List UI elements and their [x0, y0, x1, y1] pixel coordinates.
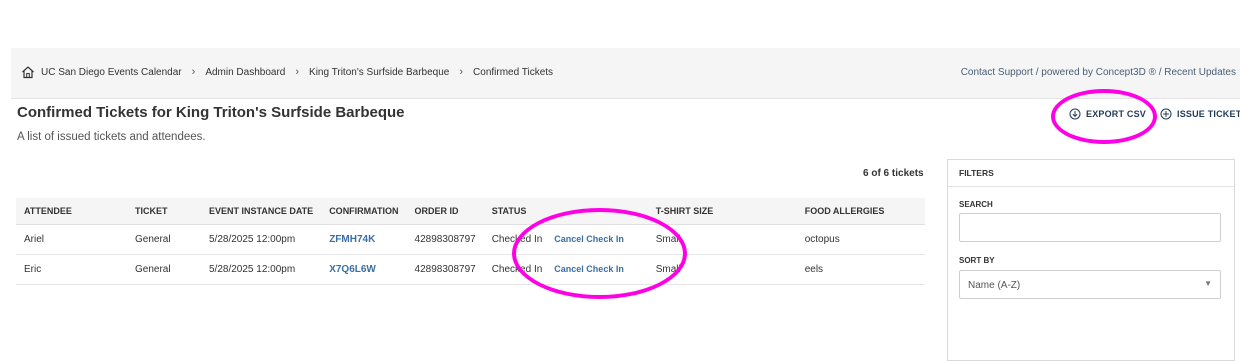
cell-status: Checked In Cancel Check In: [483, 254, 648, 285]
column-header-ticket[interactable]: TICKET: [127, 198, 201, 225]
column-header-confirmation[interactable]: CONFIRMATION: [321, 198, 407, 225]
column-header-event-date[interactable]: EVENT INSTANCE DATE: [201, 198, 322, 225]
cell-allergies: octopus: [796, 224, 925, 255]
cancel-check-in-link[interactable]: Cancel Check In: [554, 264, 624, 274]
cell-status: Checked In Cancel Check In: [483, 224, 648, 255]
breadcrumb-item-calendar[interactable]: UC San Diego Events Calendar: [41, 67, 182, 78]
breadcrumb-item-current: Confirmed Tickets: [473, 66, 554, 78]
filters-title: FILTERS: [948, 160, 1234, 187]
cell-event-date: 5/28/2025 12:00pm: [201, 224, 322, 255]
sort-by-value: Name (A-Z): [968, 280, 1021, 291]
plus-circle-icon: [1160, 108, 1172, 120]
export-csv-button[interactable]: EXPORT CSV: [1069, 108, 1146, 120]
confirmation-link[interactable]: ZFMH74K: [329, 234, 375, 245]
cell-order-id: 42898308797: [406, 254, 484, 285]
column-header-tshirt[interactable]: T-SHIRT SIZE: [647, 198, 797, 225]
cell-allergies: eels: [796, 254, 925, 285]
filters-panel: FILTERS SEARCH SORT BY Name (A-Z) ▼: [947, 159, 1235, 361]
search-label: SEARCH: [959, 200, 993, 209]
cell-order-id: 42898308797: [406, 224, 484, 255]
cell-confirmation: ZFMH74K: [321, 224, 407, 255]
cell-attendee: Ariel: [16, 224, 127, 255]
breadcrumb-item-event[interactable]: King Triton's Surfside Barbeque: [309, 67, 449, 78]
status-text: Checked In: [491, 264, 543, 275]
breadcrumb-separator: ›: [191, 66, 196, 78]
confirmation-link[interactable]: X7Q6L6W: [329, 264, 376, 275]
table-row: Eric General 5/28/2025 12:00pm X7Q6L6W 4…: [16, 254, 925, 285]
issue-ticket-label: ISSUE TICKET: [1177, 109, 1240, 119]
home-icon[interactable]: [21, 65, 35, 79]
export-csv-label: EXPORT CSV: [1086, 109, 1147, 119]
breadcrumb-item-admin-dashboard[interactable]: Admin Dashboard: [205, 67, 285, 78]
cell-ticket: General: [127, 254, 201, 285]
column-header-attendee[interactable]: ATTENDEE: [16, 198, 127, 225]
search-input[interactable]: [959, 213, 1221, 242]
cell-ticket: General: [127, 224, 201, 255]
cell-attendee: Eric: [16, 254, 127, 285]
status-text: Checked In: [491, 234, 543, 245]
column-header-order-id[interactable]: ORDER ID: [406, 198, 484, 225]
breadcrumb: UC San Diego Events Calendar › Admin Das…: [21, 65, 553, 79]
column-header-allergies[interactable]: FOOD ALLERGIES: [796, 198, 925, 225]
breadcrumb-separator: ›: [295, 66, 300, 78]
sort-by-label: SORT BY: [959, 256, 995, 265]
cell-confirmation: X7Q6L6W: [321, 254, 407, 285]
sort-by-select[interactable]: Name (A-Z) ▼: [959, 270, 1221, 299]
cancel-check-in-link[interactable]: Cancel Check In: [554, 234, 624, 244]
tickets-table: ATTENDEE TICKET EVENT INSTANCE DATE CONF…: [16, 198, 925, 285]
breadcrumb-separator: ›: [459, 66, 464, 78]
column-header-status[interactable]: STATUS: [483, 198, 648, 225]
table-header-row: ATTENDEE TICKET EVENT INSTANCE DATE CONF…: [16, 198, 925, 225]
table-row: Ariel General 5/28/2025 12:00pm ZFMH74K …: [16, 224, 925, 255]
ticket-count: 6 of 6 tickets: [863, 168, 924, 179]
cell-event-date: 5/28/2025 12:00pm: [201, 254, 322, 285]
top-bar: UC San Diego Events Calendar › Admin Das…: [11, 48, 1240, 99]
page-subtitle: A list of issued tickets and attendees.: [17, 131, 206, 143]
page-title: Confirmed Tickets for King Triton's Surf…: [17, 104, 405, 121]
cell-tshirt: Small: [647, 254, 797, 285]
chevron-down-icon: ▼: [1204, 279, 1212, 288]
issue-ticket-button[interactable]: ISSUE TICKET: [1160, 108, 1240, 120]
download-icon: [1069, 108, 1081, 120]
cell-tshirt: Small: [647, 224, 797, 255]
support-links[interactable]: Contact Support / powered by Concept3D ®…: [961, 67, 1236, 78]
